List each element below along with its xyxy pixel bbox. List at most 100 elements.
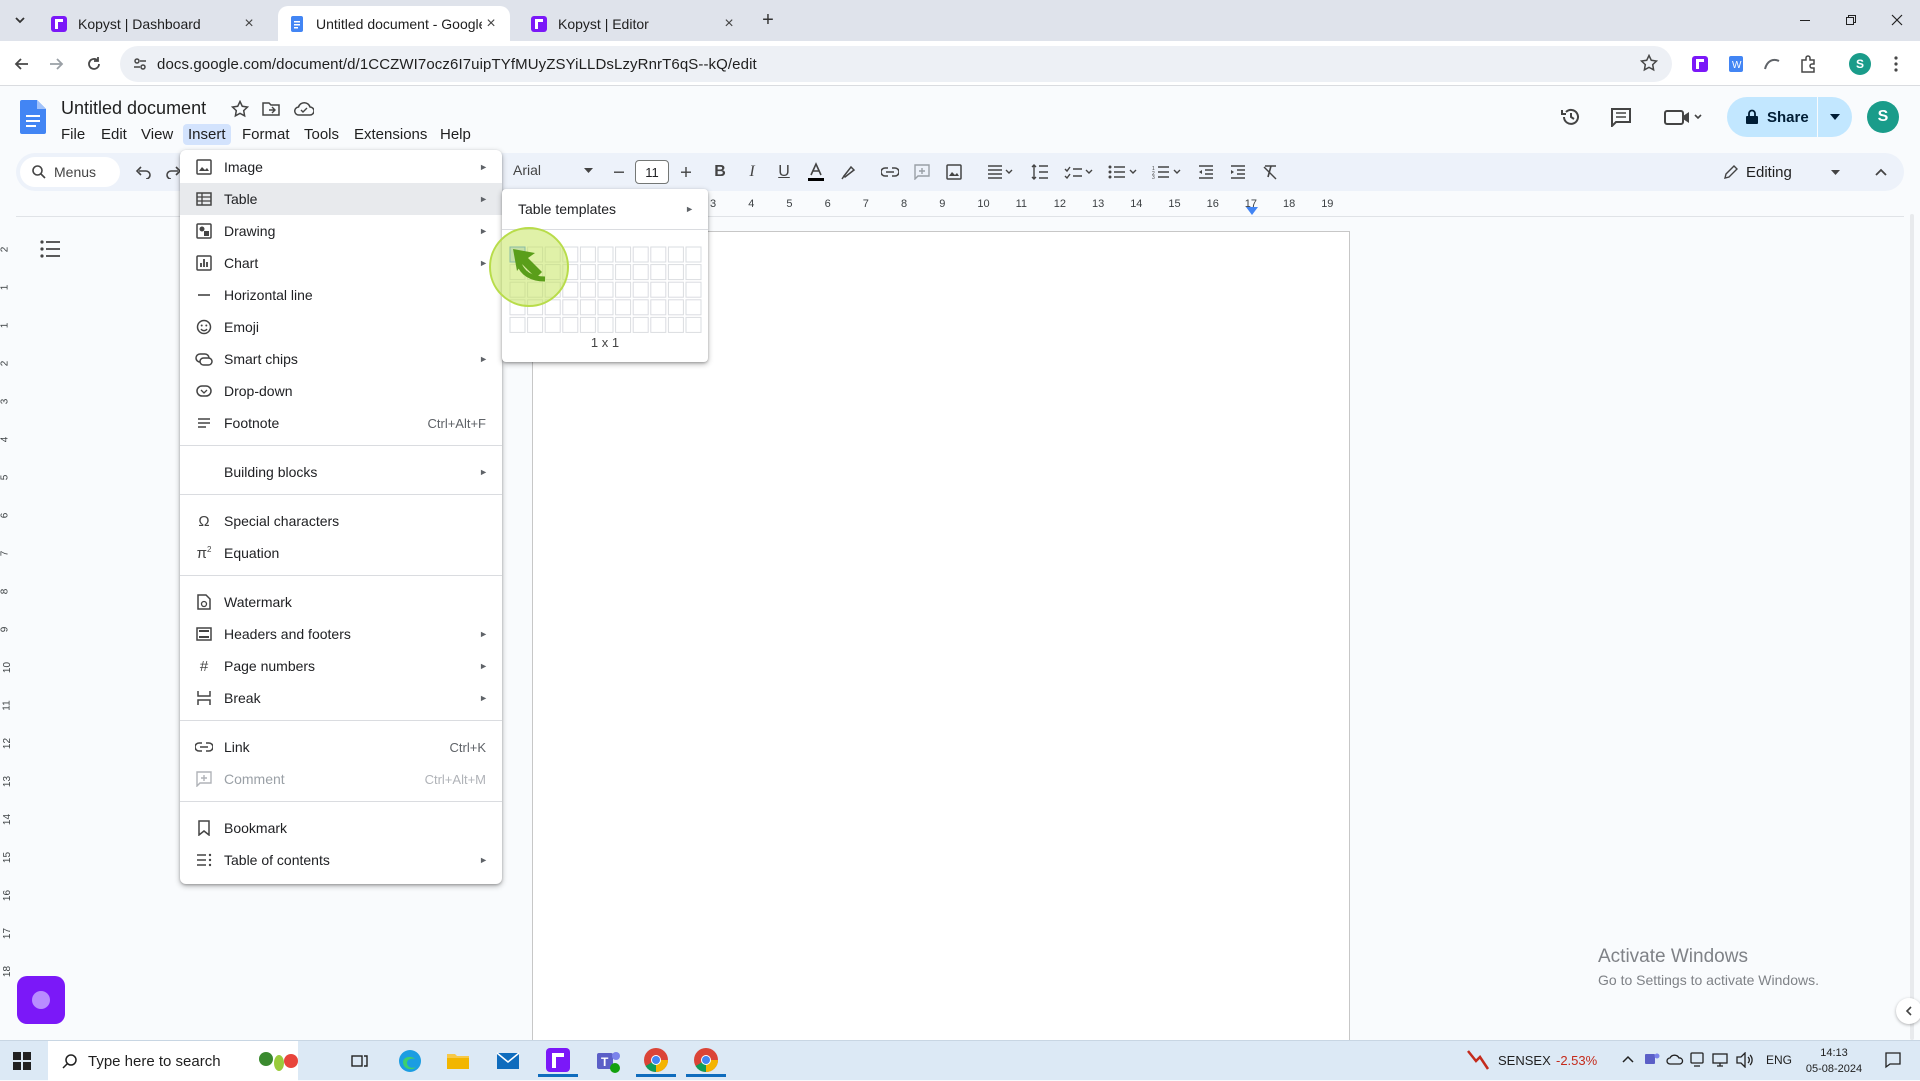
insert-menu-item-drop-down[interactable]: Drop-down (180, 375, 502, 407)
profile-avatar[interactable]: S (1844, 48, 1876, 80)
table-grid-cell[interactable] (579, 264, 596, 281)
menu-edit[interactable]: Edit (96, 124, 132, 145)
table-grid-cell[interactable] (562, 316, 579, 333)
menu-insert[interactable]: Insert (183, 124, 231, 145)
tab-search-icon[interactable] (8, 8, 32, 32)
menu-help[interactable]: Help (435, 124, 476, 145)
insert-menu-item-break[interactable]: Break ► (180, 682, 502, 714)
network-icon[interactable] (1712, 1052, 1730, 1068)
add-comment-icon[interactable] (909, 159, 935, 185)
clock[interactable]: 14:13 05-08-2024 (1804, 1045, 1864, 1077)
close-icon[interactable]: × (720, 15, 738, 33)
document-outline-icon[interactable] (40, 240, 62, 260)
move-folder-icon[interactable] (262, 101, 280, 117)
docs-extension-icon[interactable]: W (1720, 48, 1752, 80)
table-grid-cell[interactable] (667, 264, 684, 281)
edge-icon[interactable] (390, 1045, 430, 1077)
insert-menu-item-bookmark[interactable]: Bookmark (180, 812, 502, 844)
kopyst-app-icon[interactable] (538, 1045, 578, 1077)
table-templates-item[interactable]: Table templates ► (502, 193, 708, 225)
more-vert-icon[interactable] (1880, 48, 1912, 80)
stock-name[interactable]: SENSEX (1498, 1053, 1551, 1068)
menu-file[interactable]: File (56, 124, 90, 145)
table-grid-cell[interactable] (685, 264, 702, 281)
insert-menu-item-emoji[interactable]: Emoji (180, 311, 502, 343)
line-spacing-icon[interactable] (1027, 159, 1053, 185)
table-grid-cell[interactable] (562, 299, 579, 316)
insert-menu-item-special-characters[interactable]: Ω Special characters (180, 505, 502, 537)
table-grid-cell[interactable] (650, 281, 667, 298)
new-tab-button[interactable]: + (756, 8, 780, 32)
table-grid-cell[interactable] (632, 246, 649, 263)
chrome-profile-icon[interactable] (686, 1045, 726, 1077)
table-grid-cell[interactable] (685, 316, 702, 333)
insert-menu-item-footnote[interactable]: Footnote Ctrl+Alt+F (180, 407, 502, 439)
table-grid-cell[interactable] (650, 246, 667, 263)
right-indent-marker-icon[interactable] (1246, 207, 1258, 215)
underline-icon[interactable]: U (771, 159, 797, 185)
table-grid-cell[interactable] (597, 316, 614, 333)
increase-indent-icon[interactable] (1225, 159, 1251, 185)
site-info-icon[interactable] (132, 56, 148, 72)
extension-icon[interactable] (1756, 48, 1788, 80)
notification-icon[interactable] (1884, 1051, 1902, 1069)
table-grid-cell[interactable] (615, 299, 632, 316)
table-grid-cell[interactable] (667, 281, 684, 298)
table-grid-cell[interactable] (632, 264, 649, 281)
decrease-indent-icon[interactable] (1193, 159, 1219, 185)
teams-icon[interactable]: T (588, 1045, 628, 1077)
tab-kopyst-editor[interactable]: Kopyst | Editor × (520, 6, 748, 41)
cloud-saved-icon[interactable] (294, 101, 314, 117)
insert-menu-item-watermark[interactable]: Watermark (180, 586, 502, 618)
checklist-icon[interactable] (1061, 159, 1097, 185)
insert-menu-item-horizontal-line[interactable]: Horizontal line (180, 279, 502, 311)
undo-icon[interactable] (130, 159, 156, 185)
table-grid-cell[interactable] (667, 299, 684, 316)
table-grid-cell[interactable] (562, 281, 579, 298)
editing-mode-select[interactable]: Editing (1714, 156, 1854, 188)
history-icon[interactable] (1560, 106, 1582, 128)
share-button[interactable]: Share (1727, 97, 1817, 137)
meet-icon[interactable] (1664, 108, 1704, 126)
table-grid-cell[interactable] (597, 246, 614, 263)
table-grid-cell[interactable] (579, 246, 596, 263)
chevron-up-icon[interactable] (1622, 1055, 1634, 1063)
menu-format[interactable]: Format (237, 124, 295, 145)
insert-image-icon[interactable] (941, 159, 967, 185)
align-icon[interactable] (983, 159, 1019, 185)
table-grid-cell[interactable] (579, 299, 596, 316)
star-icon[interactable] (231, 100, 249, 118)
share-dropdown-button[interactable] (1818, 97, 1852, 137)
volume-icon[interactable] (1736, 1052, 1754, 1068)
table-grid-cell[interactable] (615, 316, 632, 333)
table-grid-cell[interactable] (597, 281, 614, 298)
table-grid-cell[interactable] (615, 246, 632, 263)
close-window-icon[interactable] (1874, 0, 1920, 40)
table-grid-cell[interactable] (615, 264, 632, 281)
table-grid-cell[interactable] (579, 316, 596, 333)
docs-logo-icon[interactable] (20, 100, 46, 134)
insert-menu-item-page-numbers[interactable]: # Page numbers ► (180, 650, 502, 682)
menus-search[interactable]: Menus (20, 157, 120, 187)
insert-menu-item-drawing[interactable]: Drawing ► (180, 215, 502, 247)
tab-kopyst-dashboard[interactable]: Kopyst | Dashboard × (40, 6, 268, 41)
table-grid-cell[interactable] (650, 299, 667, 316)
device-icon[interactable] (1690, 1052, 1704, 1068)
table-grid-cell[interactable] (685, 299, 702, 316)
onedrive-icon[interactable] (1666, 1053, 1684, 1065)
insert-menu-item-image[interactable]: Image ► (180, 151, 502, 183)
table-grid-cell[interactable] (615, 281, 632, 298)
teams-tray-icon[interactable] (1644, 1051, 1660, 1067)
insert-menu-item-building-blocks[interactable]: Building blocks ► (180, 456, 502, 488)
reload-icon[interactable] (78, 48, 110, 80)
bulleted-list-icon[interactable] (1105, 159, 1141, 185)
insert-link-icon[interactable] (877, 159, 903, 185)
tab-google-docs[interactable]: Untitled document - Google Do × (278, 6, 510, 41)
document-title[interactable]: Untitled document (61, 98, 206, 119)
table-grid-cell[interactable] (597, 299, 614, 316)
table-grid-cell[interactable] (527, 316, 544, 333)
restore-icon[interactable] (1828, 0, 1874, 40)
table-grid-cell[interactable] (650, 316, 667, 333)
taskbar-search[interactable]: Type here to search (48, 1041, 298, 1081)
close-icon[interactable]: × (240, 15, 258, 33)
